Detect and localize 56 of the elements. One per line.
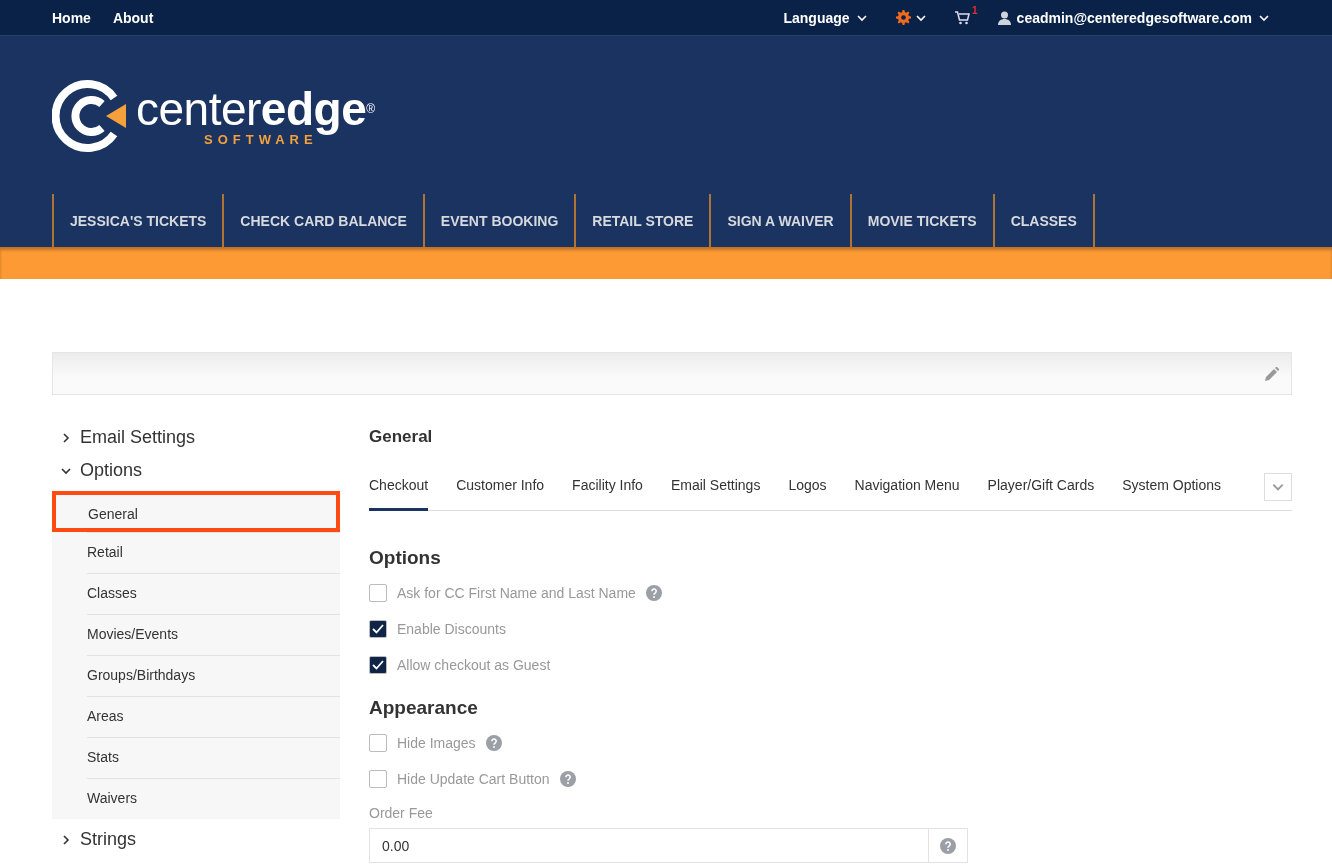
sidebar-item[interactable]: Movies/Events [87,614,340,655]
checkbox[interactable] [369,656,387,674]
settings-tab[interactable]: Player/Gift Cards [987,463,1095,511]
top-nav-link[interactable]: About [112,9,154,26]
settings-tab[interactable]: System Options [1122,463,1222,511]
settings-dropdown[interactable] [895,10,927,25]
checkbox-label: Ask for CC First Name and Last Name [397,585,636,601]
section-heading: Appearance [369,697,479,719]
section-title: General [369,427,434,447]
checkbox[interactable] [369,620,387,638]
checkbox-label: Allow checkout as Guest [397,657,551,673]
checkbox[interactable] [369,584,387,602]
field-label: Order Fee [369,805,434,821]
settings-tab[interactable]: Facility Info [572,463,643,511]
sidebar-item[interactable]: Groups/Birthdays [87,655,340,696]
top-nav-link[interactable]: Home [52,9,91,26]
cart-icon [954,10,970,25]
pencil-icon[interactable] [1265,366,1279,381]
sidebar-item[interactable]: Retail [87,532,340,573]
settings-icon [895,10,911,25]
help-button[interactable] [928,828,968,863]
help-icon[interactable] [645,585,662,601]
checkbox-label: Hide Images [397,735,476,751]
user-icon [997,10,1011,25]
chevron-right-icon [60,431,72,444]
checkmark-icon [372,660,384,670]
language-dropdown[interactable]: Language [783,9,868,26]
checkbox[interactable] [369,734,387,752]
chevron-right-icon [60,833,72,846]
more-tabs-button[interactable] [1264,472,1292,501]
settings-tab[interactable]: Logos [788,463,827,511]
checkmark-icon [372,624,384,634]
help-icon[interactable] [940,837,956,854]
logo-mark-icon [52,78,128,154]
settings-tab[interactable]: Checkout [369,463,429,511]
checkbox-label: Hide Update Cart Button [397,771,550,787]
sidebar-item[interactable]: Classes [87,573,340,614]
sidebar-item[interactable]: Waivers [87,778,340,819]
checkbox[interactable] [369,770,387,788]
checkbox-label: Enable Discounts [397,621,506,637]
settings-tab[interactable]: Customer Info [456,463,545,511]
help-icon[interactable] [559,771,576,787]
section-heading: Options [369,547,442,569]
sidebar-item[interactable]: Areas [87,696,340,737]
sidebar-item[interactable]: Stats [87,737,340,778]
sidebar-item[interactable]: General [52,491,340,532]
help-icon[interactable] [485,735,502,751]
cart-count-text: 1 [972,4,978,16]
sidebar-group[interactable]: Options [52,454,151,487]
sidebar-group[interactable]: Email Settings [52,421,204,454]
settings-tab[interactable]: Navigation Menu [854,463,960,511]
logo-tagline: SOFTWARE [204,131,318,147]
input-field[interactable]: 0.00 [369,828,928,863]
sidebar-group[interactable]: Strings [52,823,145,856]
user-menu[interactable]: ceadmin@centeredgesoftware.com [997,9,1270,26]
settings-tab[interactable]: Email Settings [670,463,761,511]
